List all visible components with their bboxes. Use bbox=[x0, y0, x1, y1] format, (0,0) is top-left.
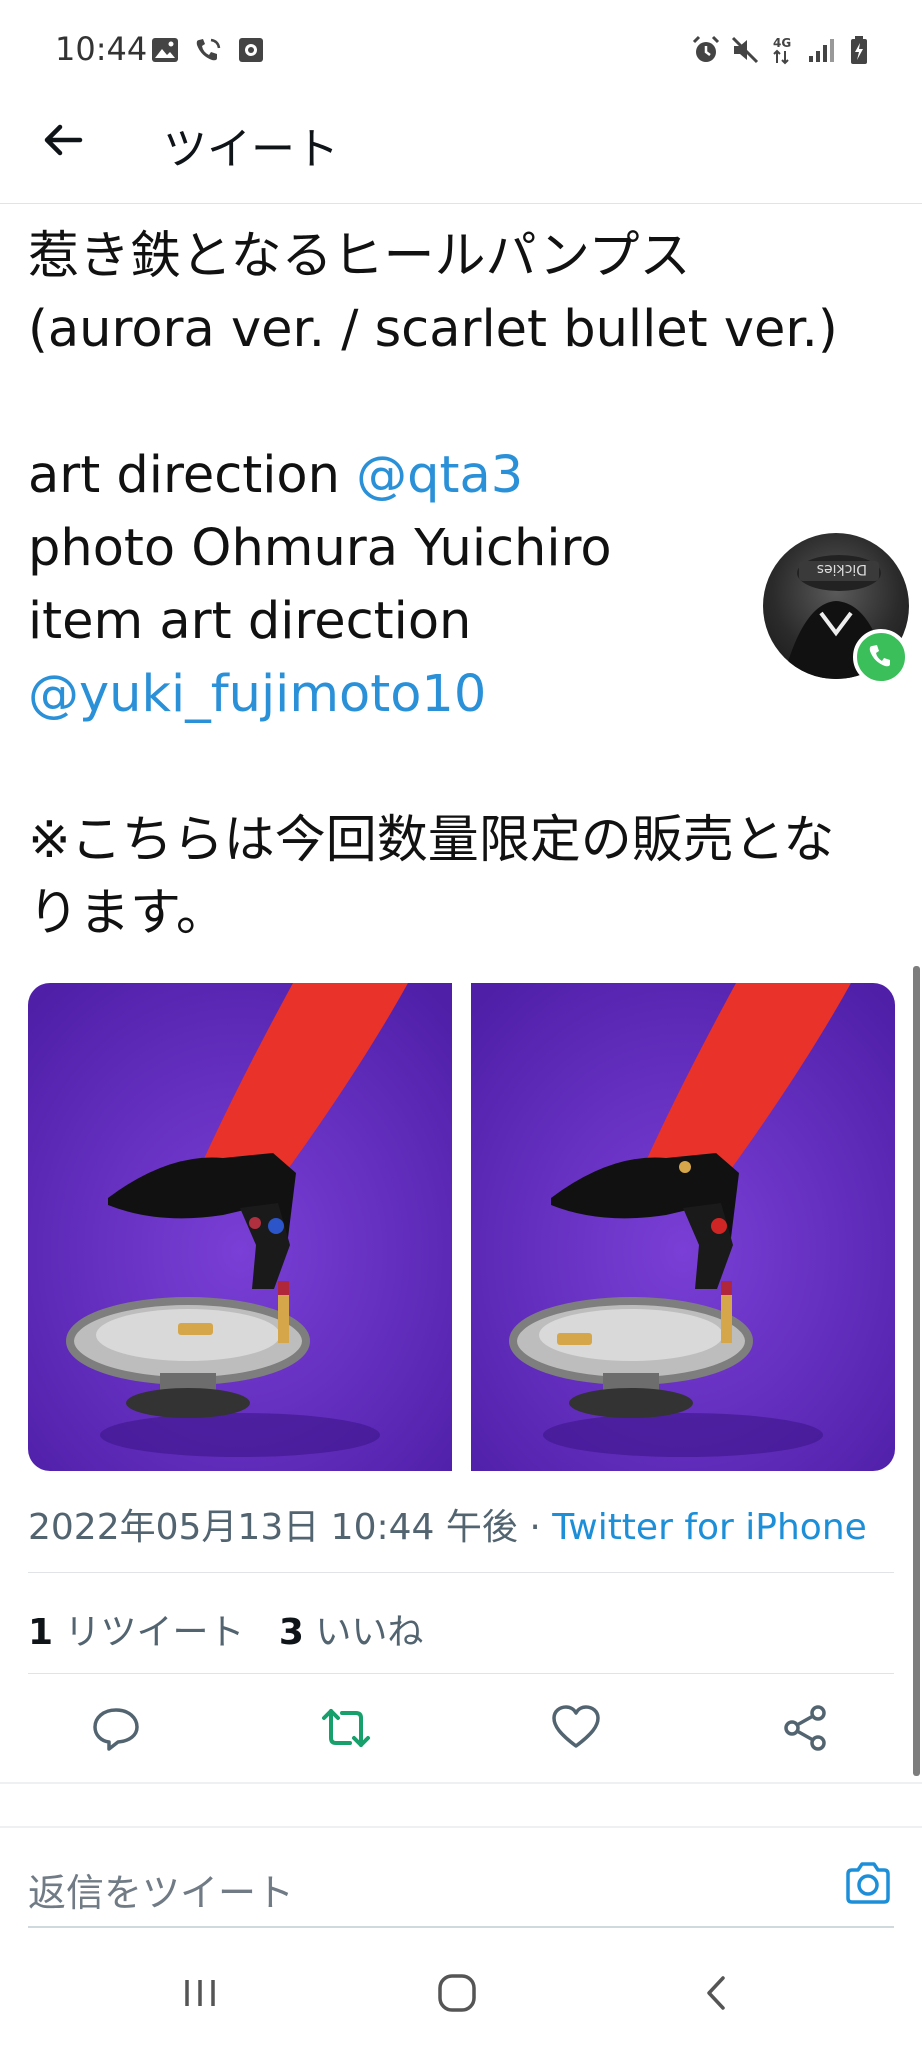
header-divider bbox=[0, 203, 922, 204]
reply-underline bbox=[28, 1926, 894, 1928]
tweet-line: (aurora ver. / scarlet bullet ver.) bbox=[28, 293, 888, 366]
likes-stat[interactable]: 3 いいね bbox=[279, 1612, 424, 1653]
share-icon[interactable] bbox=[778, 1700, 834, 1756]
mention-link[interactable]: @yuki_fujimoto10 bbox=[28, 665, 486, 724]
tweet-text-segment: art direction bbox=[28, 446, 357, 505]
tweet-line bbox=[28, 366, 888, 439]
retweets-stat[interactable]: 1 リツイート bbox=[28, 1612, 245, 1653]
stats-divider bbox=[28, 1673, 894, 1674]
tweet-source-link[interactable]: Twitter for iPhone bbox=[552, 1507, 867, 1548]
mention-link[interactable]: @qta3 bbox=[356, 446, 523, 505]
tweet-text-segment: photo Ohmura Yuichiro bbox=[28, 519, 612, 578]
tweet-text-segment: ります。 bbox=[28, 884, 227, 943]
status-time: 10:44 bbox=[55, 30, 148, 68]
svg-text:4G: 4G bbox=[773, 36, 791, 50]
battery-icon bbox=[851, 36, 867, 64]
4g-icon: 4G bbox=[773, 36, 791, 65]
scrollbar-thumb[interactable] bbox=[913, 966, 920, 1776]
mute-icon bbox=[731, 36, 759, 64]
tweet-datetime: 2022年05月13日 10:44 午後 bbox=[28, 1507, 518, 1548]
tweet-text: 惹き鉄となるヒールパンプス (aurora ver. / scarlet bull… bbox=[28, 220, 888, 950]
home-icon[interactable] bbox=[432, 1968, 482, 2018]
actions-divider bbox=[0, 1782, 922, 1784]
signal-icon bbox=[809, 39, 834, 62]
gallery-icon bbox=[152, 38, 178, 62]
back-arrow-icon[interactable] bbox=[36, 112, 92, 168]
meta-divider bbox=[28, 1572, 894, 1573]
tweet-line: item art direction bbox=[28, 585, 888, 658]
svg-text:Dickies: Dickies bbox=[817, 561, 867, 577]
back-icon[interactable] bbox=[692, 1968, 742, 2018]
tweet-line: 惹き鉄となるヒールパンプス bbox=[28, 220, 888, 293]
tweet-line: photo Ohmura Yuichiro bbox=[28, 512, 888, 585]
like-icon[interactable] bbox=[548, 1700, 604, 1756]
retweet-icon[interactable] bbox=[318, 1700, 374, 1756]
recent-apps-icon[interactable] bbox=[175, 1968, 225, 2018]
reply-input[interactable]: 返信をツイート bbox=[28, 1862, 294, 1917]
screen-record-icon bbox=[239, 38, 263, 62]
tweet-photo-scarlet-bullet[interactable] bbox=[471, 983, 895, 1471]
tweet-text-segment: ※こちらは今回数量限定の販売とな bbox=[28, 811, 835, 870]
tweet-line: ります。 bbox=[28, 877, 888, 950]
tweet-text-segment: 惹き鉄となるヒールパンプス bbox=[28, 227, 691, 286]
tweet-stats: 1 リツイート 3 いいね bbox=[28, 1603, 423, 1655]
call-badge-icon bbox=[853, 629, 909, 685]
page-title: ツイート bbox=[163, 124, 339, 175]
tweet-line bbox=[28, 731, 888, 804]
reply-icon[interactable] bbox=[88, 1700, 144, 1756]
tweet-line: art direction @qta3 bbox=[28, 439, 888, 512]
tweet-text-segment: item art direction bbox=[28, 592, 472, 651]
tweet-photo-aurora[interactable] bbox=[28, 983, 452, 1471]
tweet-line: ※こちらは今回数量限定の販売とな bbox=[28, 804, 888, 877]
reply-divider bbox=[0, 1826, 922, 1828]
call-icon bbox=[196, 38, 221, 61]
camera-icon[interactable] bbox=[843, 1858, 893, 1908]
alarm-icon bbox=[692, 35, 720, 62]
tweet-text-segment: (aurora ver. / scarlet bullet ver.) bbox=[28, 300, 838, 359]
tweet-timestamp: 2022年05月13日 10:44 午後 · Twitter for iPhon… bbox=[28, 1507, 867, 1548]
tweet-line: @yuki_fujimoto10 bbox=[28, 658, 888, 731]
